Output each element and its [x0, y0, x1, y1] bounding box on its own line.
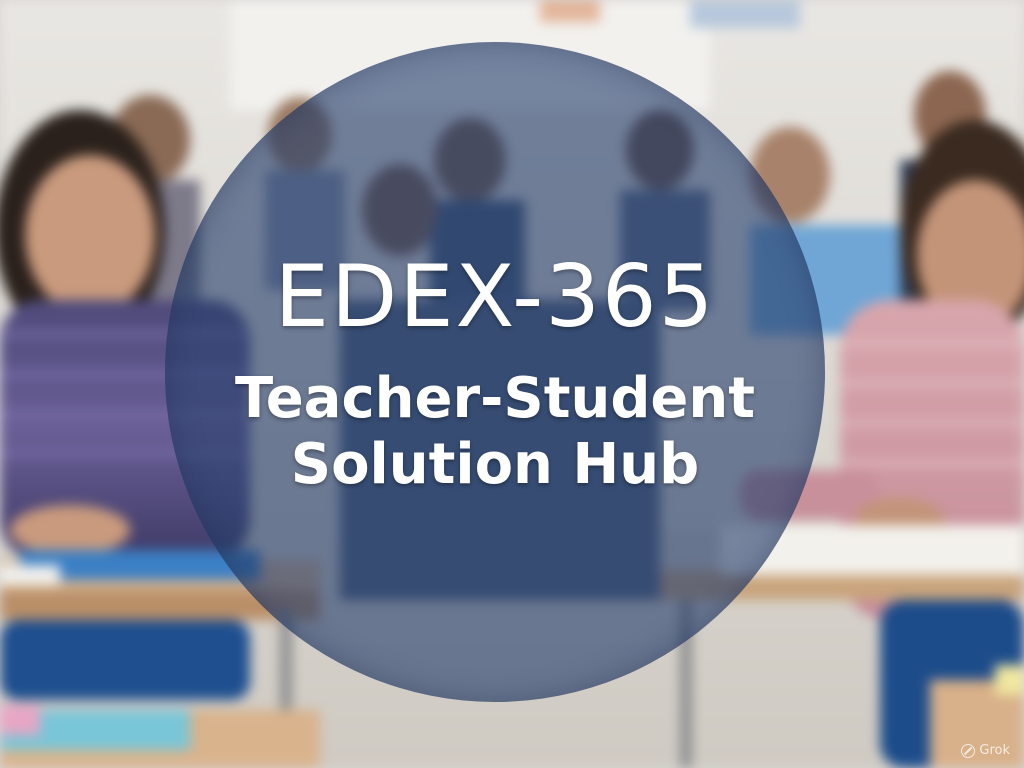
hero-title-block: EDEX-365 Teacher-Student Solution Hub [165, 42, 825, 702]
hero-subtitle-line-1: Teacher-Student [234, 365, 756, 431]
hero-subtitle: Teacher-Student Solution Hub [235, 366, 755, 498]
grok-icon [961, 743, 976, 758]
watermark-text: Grok [979, 743, 1010, 758]
hero-title: EDEX-365 [274, 246, 716, 347]
hero-subtitle-line-2: Solution Hub [290, 432, 700, 497]
watermark: Grok [961, 743, 1010, 758]
